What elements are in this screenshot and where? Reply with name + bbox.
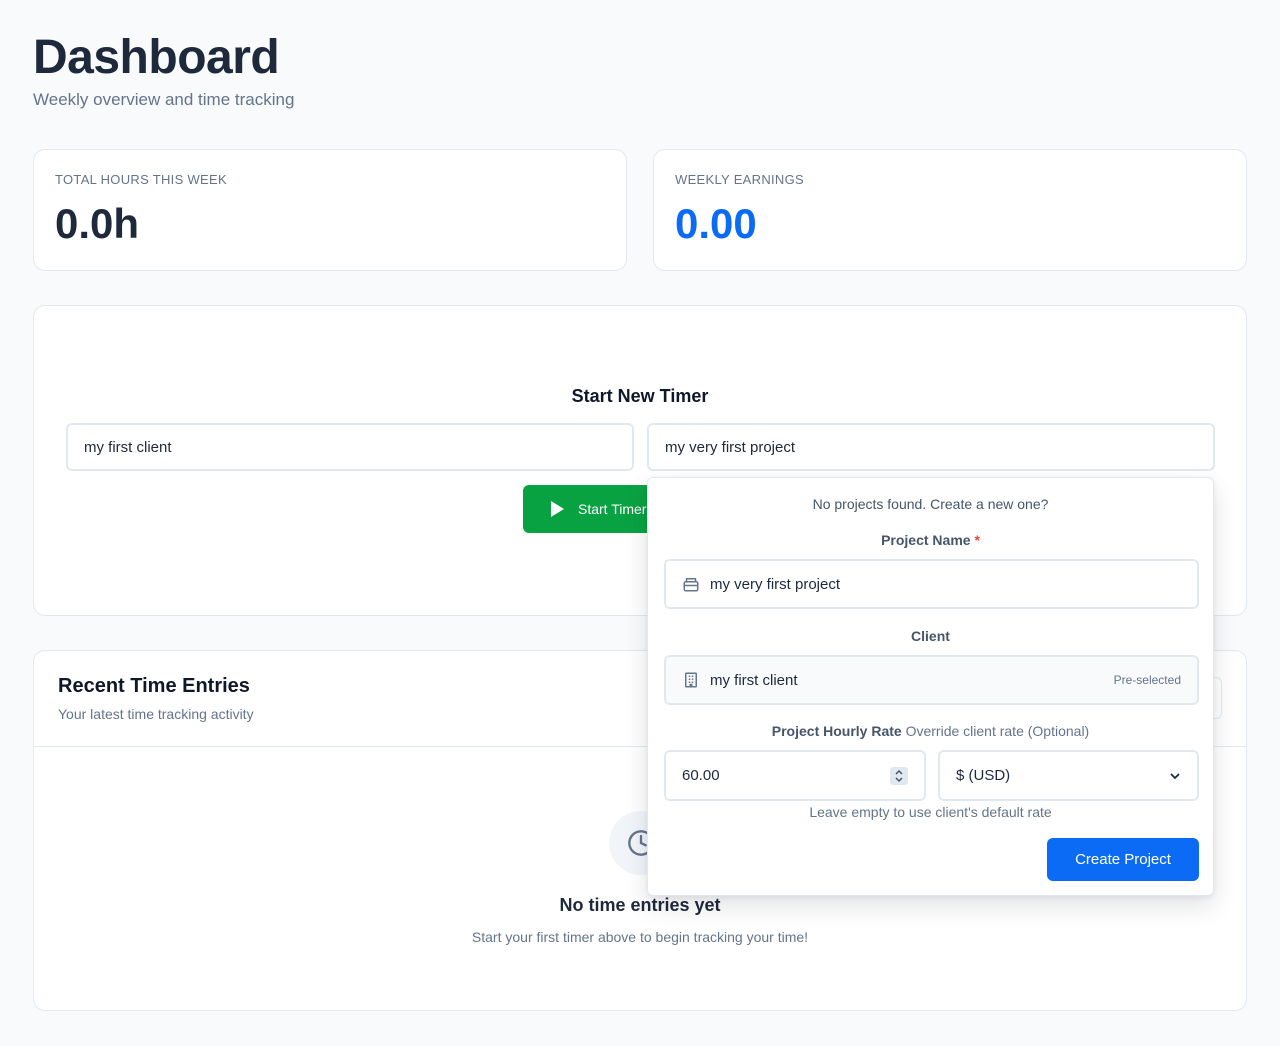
hourly-rate-label-note: Override client rate (Optional) — [905, 723, 1090, 739]
no-projects-message: No projects found. Create a new one? — [812, 496, 1049, 512]
total-hours-value: 0.0h — [55, 200, 140, 247]
weekly-earnings-value: 0.00 — [675, 200, 757, 247]
page-title: Dashboard — [33, 31, 280, 84]
start-timer-label: Start Timer — [578, 501, 647, 517]
empty-state-subtitle: Start your first timer above to begin tr… — [471, 929, 809, 945]
client-value: my first client — [710, 671, 798, 689]
hourly-rate-label-text: Project Hourly Rate — [771, 723, 902, 739]
chevron-down-icon — [1169, 770, 1181, 782]
project-name-value: my very first project — [710, 575, 841, 593]
project-name-label-text: Project Name — [881, 532, 971, 548]
currency-select[interactable]: $ (USD) — [938, 750, 1199, 801]
create-project-button[interactable]: Create Project — [1047, 838, 1199, 881]
project-input[interactable] — [647, 423, 1215, 471]
weekly-earnings-card: WEEKLY EARNINGS 0.00 — [653, 149, 1247, 271]
building-icon — [682, 671, 700, 689]
hourly-rate-label: Project Hourly Rate Override client rate… — [648, 723, 1213, 739]
total-hours-card: TOTAL HOURS THIS WEEK 0.0h — [33, 149, 627, 271]
project-name-label: Project Name * — [648, 532, 1213, 548]
project-name-input[interactable]: my very first project — [664, 559, 1199, 609]
client-label: Client — [911, 628, 950, 644]
page-subtitle: Weekly overview and time tracking — [33, 90, 295, 109]
number-stepper-icon[interactable] — [890, 766, 908, 785]
page-header: Dashboard Weekly overview and time track… — [33, 30, 294, 110]
archive-icon — [682, 575, 700, 593]
client-input[interactable] — [66, 423, 634, 471]
start-timer-title: Start New Timer — [571, 386, 709, 406]
create-project-dropdown: No projects found. Create a new one? Pro… — [647, 477, 1214, 896]
client-field: my first client Pre-selected — [664, 655, 1199, 705]
play-icon — [551, 501, 564, 517]
empty-state-title: No time entries yet — [559, 895, 721, 915]
rate-hint: Leave empty to use client's default rate — [809, 804, 1052, 820]
preselected-badge: Pre-selected — [1113, 673, 1181, 687]
required-mark: * — [974, 532, 980, 548]
weekly-earnings-label: WEEKLY EARNINGS — [675, 172, 804, 187]
hourly-rate-input[interactable]: 60.00 — [664, 750, 926, 801]
currency-value: $ (USD) — [956, 767, 1011, 784]
total-hours-label: TOTAL HOURS THIS WEEK — [55, 172, 227, 187]
hourly-rate-value: 60.00 — [682, 767, 720, 784]
